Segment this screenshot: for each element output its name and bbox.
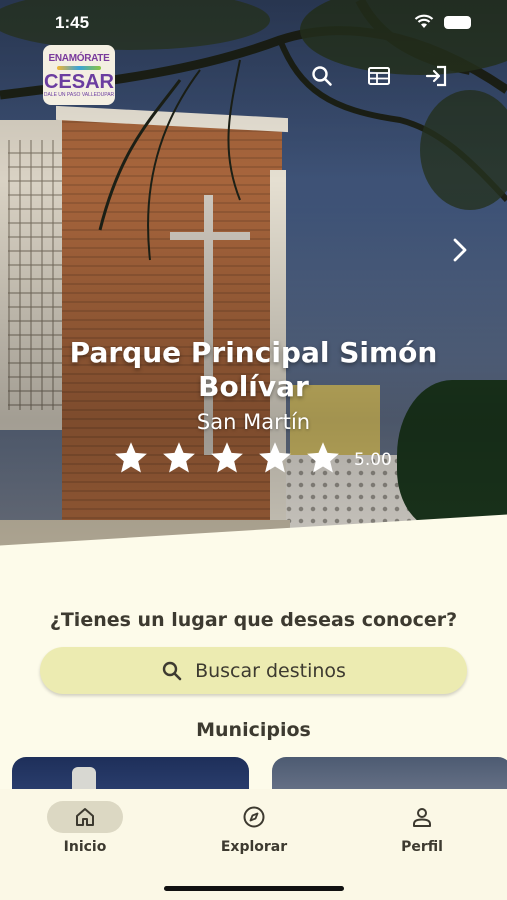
status-time: 1:45 — [55, 13, 90, 32]
battery-icon — [444, 16, 471, 29]
calendar-icon[interactable] — [366, 63, 392, 89]
nav-label-perfil: Perfil — [401, 839, 443, 855]
home-indicator — [164, 886, 344, 891]
place-location: San Martín — [196, 410, 311, 434]
nav-item-perfil[interactable]: Perfil — [362, 801, 482, 855]
bottom-nav: Inicio Explorar Perfil — [0, 789, 507, 900]
logo-line2: CESAR — [43, 70, 114, 93]
person-icon — [413, 808, 431, 827]
nav-active-indicator — [47, 801, 123, 833]
star-icon — [115, 442, 147, 473]
nav-label-explorar: Explorar — [220, 839, 288, 855]
nav-item-explorar[interactable]: Explorar — [194, 801, 314, 855]
municipios-title: Municipios — [196, 719, 311, 741]
star-icon — [211, 442, 243, 473]
search-destinations-label: Buscar destinos — [195, 659, 346, 682]
login-icon[interactable] — [423, 63, 449, 89]
wifi-icon — [414, 14, 434, 28]
nav-pill-explorar — [216, 801, 292, 833]
nav-pill-perfil — [384, 801, 460, 833]
rating-stars: 5.00 — [112, 440, 392, 476]
compass-icon — [243, 806, 265, 828]
place-title: Parque Principal Simón Bolívar — [69, 336, 438, 403]
search-prompt: ¿Tienes un lugar que deseas conocer? — [49, 609, 458, 631]
star-icon — [259, 442, 291, 473]
home-icon — [76, 808, 94, 826]
star-icon — [163, 442, 195, 473]
nav-label-inicio: Inicio — [63, 839, 107, 855]
logo-line1: ENAMÓRATE — [48, 52, 110, 64]
logo-stripe — [57, 65, 101, 70]
nav-item-inicio[interactable]: Inicio — [25, 801, 145, 855]
search-destinations-button[interactable]: Buscar destinos — [40, 647, 467, 694]
app-logo[interactable]: ENAMÓRATE CESAR DALE UN PASO VALLEDUPAR — [43, 45, 115, 105]
status-bar: 1:45 — [0, 0, 507, 44]
logo-tagline: DALE UN PASO VALLEDUPAR — [43, 91, 115, 98]
star-icon — [307, 442, 339, 473]
search-icon — [162, 661, 182, 680]
rating-value: 5.00 — [354, 450, 392, 470]
search-icon[interactable] — [309, 63, 335, 89]
chevron-right-icon[interactable] — [448, 236, 472, 264]
